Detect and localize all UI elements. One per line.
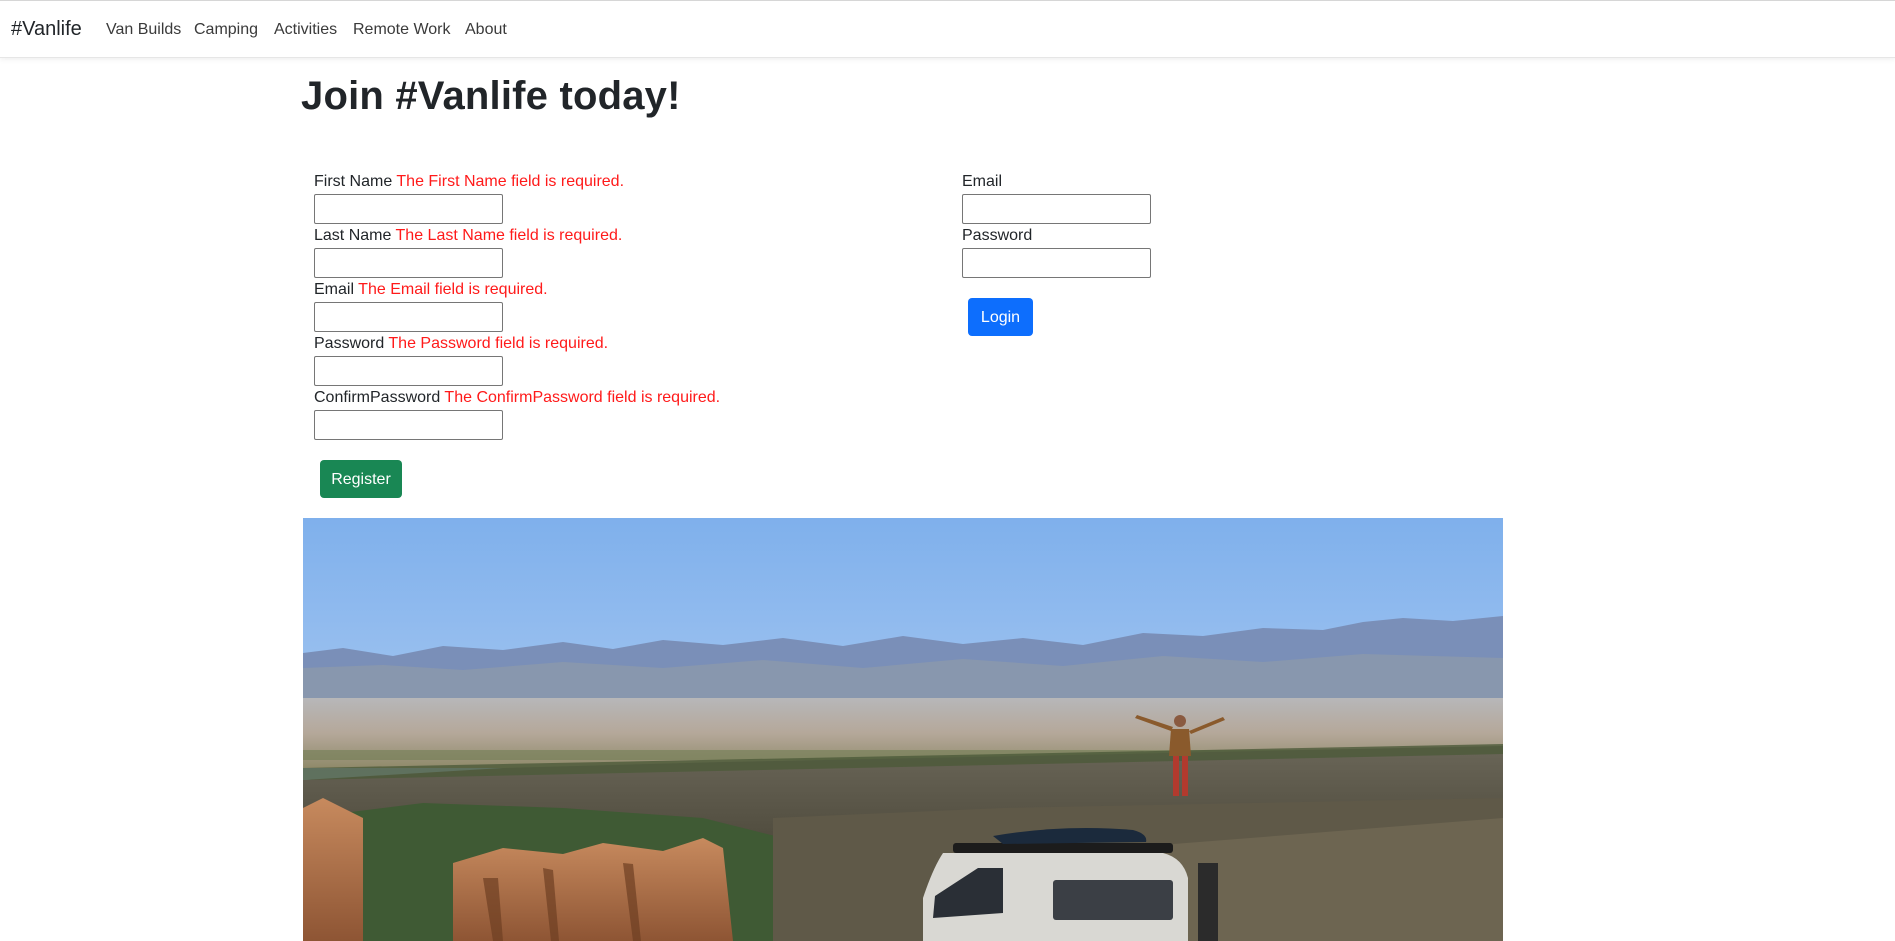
page-title: Join #Vanlife today! — [301, 74, 681, 118]
last-name-label: Last Name The Last Name field is require… — [314, 227, 622, 245]
last-name-label-text: Last Name — [314, 227, 392, 244]
nav-link-activities[interactable]: Activities — [274, 21, 337, 39]
top-navbar: #Vanlife Van Builds Camping Activities R… — [0, 0, 1895, 58]
register-email-input[interactable] — [314, 302, 503, 332]
login-email-input[interactable] — [962, 194, 1151, 224]
register-button[interactable]: Register — [320, 460, 402, 498]
confirm-password-input[interactable] — [314, 410, 503, 440]
brand-link[interactable]: #Vanlife — [11, 18, 82, 41]
confirm-password-label-text: ConfirmPassword — [314, 389, 441, 406]
canyon-van-photo — [303, 518, 1503, 941]
register-email-label-text: Email — [314, 281, 355, 298]
confirm-password-error: The ConfirmPassword field is required. — [444, 389, 721, 406]
first-name-label-text: First Name — [314, 173, 393, 190]
register-password-label: Password The Password field is required. — [314, 335, 608, 353]
last-name-error: The Last Name field is required. — [395, 227, 623, 244]
register-password-error: The Password field is required. — [388, 335, 609, 352]
register-email-error: The Email field is required. — [358, 281, 548, 298]
register-password-input[interactable] — [314, 356, 503, 386]
nav-link-about[interactable]: About — [465, 21, 507, 39]
register-password-label-text: Password — [314, 335, 385, 352]
last-name-input[interactable] — [314, 248, 503, 278]
confirm-password-label: ConfirmPassword The ConfirmPassword fiel… — [314, 389, 720, 407]
nav-link-van-builds[interactable]: Van Builds — [106, 21, 181, 39]
nav-link-camping[interactable]: Camping — [194, 21, 258, 39]
login-password-label: Password — [962, 227, 1033, 244]
register-email-label: Email The Email field is required. — [314, 281, 548, 299]
login-password-input[interactable] — [962, 248, 1151, 278]
nav-link-remote-work[interactable]: Remote Work — [353, 21, 451, 39]
login-email-label: Email — [962, 173, 1003, 190]
login-button[interactable]: Login — [968, 298, 1033, 336]
first-name-input[interactable] — [314, 194, 503, 224]
first-name-error: The First Name field is required. — [396, 173, 625, 190]
first-name-label: First Name The First Name field is requi… — [314, 173, 624, 191]
hero-image — [303, 518, 1503, 941]
